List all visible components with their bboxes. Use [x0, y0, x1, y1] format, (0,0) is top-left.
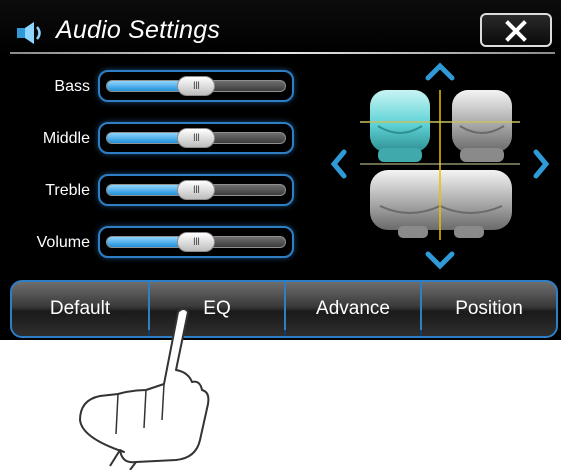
close-button[interactable] — [480, 13, 552, 47]
middle-slider-thumb[interactable]: III — [177, 128, 215, 148]
left-arrow-icon[interactable] — [330, 149, 347, 179]
tab-advance[interactable]: Advance — [286, 282, 420, 336]
middle-label: Middle — [42, 130, 90, 147]
volume-slider-thumb[interactable]: III — [177, 232, 215, 252]
bass-slider[interactable]: III — [98, 70, 294, 102]
front-right-seat[interactable] — [452, 90, 512, 162]
page-title: Audio Settings — [56, 16, 221, 44]
bass-label: Bass — [54, 78, 90, 95]
volume-label: Volume — [36, 234, 90, 251]
up-arrow-icon[interactable] — [425, 62, 455, 81]
audio-settings-screen: Audio Settings Bass III Middle III Trebl… — [0, 0, 561, 340]
seat-position-map[interactable] — [320, 60, 560, 270]
down-arrow-icon[interactable] — [425, 251, 455, 270]
bass-slider-thumb[interactable]: III — [177, 76, 215, 96]
volume-slider[interactable]: III — [98, 226, 294, 258]
right-arrow-icon[interactable] — [533, 149, 550, 179]
tab-position[interactable]: Position — [422, 282, 556, 336]
title-divider — [10, 52, 555, 54]
middle-slider[interactable]: III — [98, 122, 294, 154]
rear-bench-seat[interactable] — [370, 170, 512, 238]
pointing-hand-icon — [79, 308, 210, 470]
front-left-seat[interactable] — [370, 90, 430, 162]
close-icon — [505, 20, 527, 42]
title-bar: Audio Settings — [0, 0, 561, 56]
treble-slider[interactable]: III — [98, 174, 294, 206]
speaker-icon — [17, 22, 41, 44]
treble-slider-thumb[interactable]: III — [177, 180, 215, 200]
treble-label: Treble — [45, 182, 90, 199]
